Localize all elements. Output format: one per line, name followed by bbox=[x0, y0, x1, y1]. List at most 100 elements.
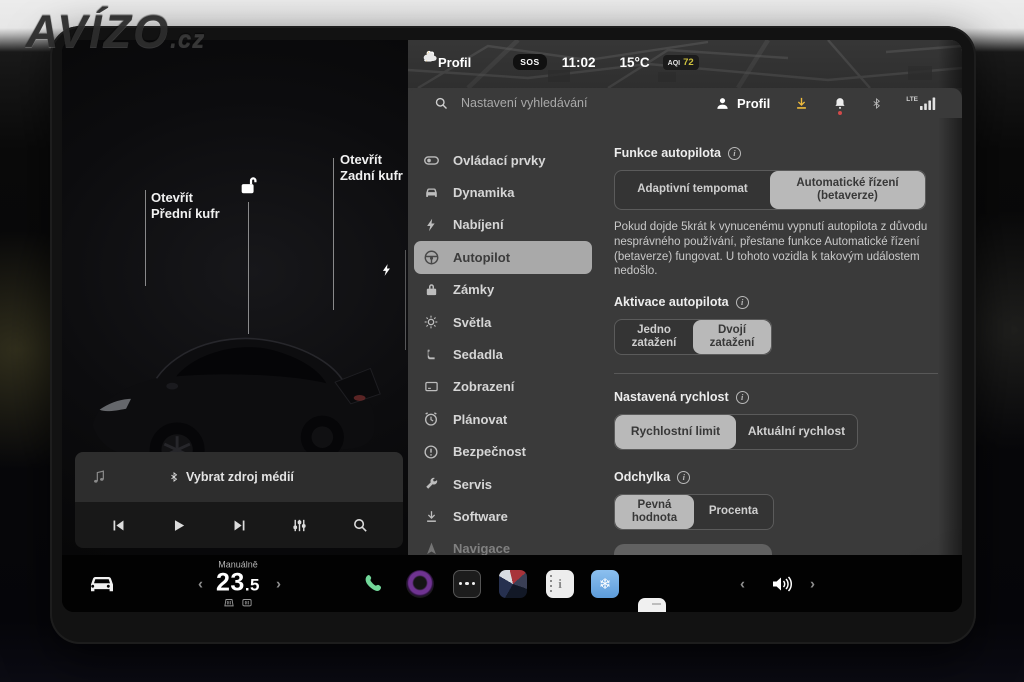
music-note-icon bbox=[91, 468, 107, 486]
search-icon bbox=[434, 96, 449, 111]
open-trunk-button[interactable]: Otevřít Zadní kufr bbox=[340, 152, 403, 183]
autopilot-settings-content: Funkce autopilota i Adaptivní tempomat A… bbox=[604, 118, 962, 555]
front-defrost-icon[interactable] bbox=[223, 597, 235, 607]
option-autosteer-beta[interactable]: Automatické řízení (betaverze) bbox=[770, 171, 925, 209]
clock: 11:02 bbox=[562, 55, 596, 70]
menu-item-locks[interactable]: Zámky bbox=[408, 274, 604, 306]
menu-item-software[interactable]: Software bbox=[408, 500, 604, 532]
app-drawer-icon[interactable] bbox=[453, 570, 481, 598]
notification-dot bbox=[838, 111, 842, 115]
menu-label: Autopilot bbox=[453, 250, 510, 265]
temp-decrease-chevron[interactable]: ‹ bbox=[198, 575, 203, 592]
safety-icon bbox=[422, 444, 440, 460]
navigation-app-icon[interactable] bbox=[499, 570, 527, 598]
info-icon[interactable]: i bbox=[677, 471, 690, 484]
volume-down-chevron[interactable]: ‹ bbox=[740, 575, 745, 592]
notifications-bell-icon[interactable] bbox=[833, 96, 847, 111]
menu-item-safety[interactable]: Bezpečnost bbox=[408, 436, 604, 468]
menu-label: Ovládací prvky bbox=[453, 153, 546, 168]
trunk-label-target: Zadní kufr bbox=[340, 168, 403, 184]
frunk-callout-line bbox=[145, 190, 146, 286]
person-icon bbox=[715, 96, 730, 111]
navigation-map[interactable]: Profil SOS 11:02 15°C AQI 72 bbox=[408, 40, 962, 88]
option-double-pull[interactable]: Dvojí zatažení bbox=[693, 320, 771, 354]
seat-icon bbox=[422, 347, 440, 363]
car-icon bbox=[422, 184, 440, 201]
climate-app-icon[interactable]: ❄ bbox=[591, 570, 619, 598]
rear-defrost-icon[interactable] bbox=[241, 597, 253, 607]
menu-item-dynamics[interactable]: Dynamika bbox=[408, 176, 604, 208]
status-bar: Profil SOS 11:02 15°C AQI 72 bbox=[422, 49, 699, 75]
info-icon[interactable]: i bbox=[736, 296, 749, 309]
open-frunk-button[interactable]: Otevřít Přední kufr bbox=[151, 190, 220, 221]
avizo-watermark: AVÍZO.cz bbox=[26, 6, 205, 58]
option-percentage[interactable]: Procenta bbox=[694, 495, 773, 529]
equalizer-button[interactable] bbox=[287, 512, 313, 538]
service-icon bbox=[422, 476, 440, 492]
option-current-speed[interactable]: Aktuální rychlost bbox=[736, 415, 857, 449]
volume-up-chevron[interactable]: › bbox=[810, 575, 815, 592]
activation-segmented-control: Jedno zatažení Dvojí zatažení bbox=[614, 319, 772, 355]
unlock-icon[interactable] bbox=[238, 174, 260, 196]
camera-app-icon[interactable] bbox=[406, 570, 434, 598]
menu-item-schedule[interactable]: Plánovat bbox=[408, 403, 604, 435]
bluetooth-status-icon[interactable] bbox=[871, 96, 882, 111]
info-icon[interactable]: i bbox=[736, 391, 749, 404]
menu-label: Bezpečnost bbox=[453, 444, 526, 459]
lte-signal-icon[interactable]: LTE bbox=[906, 96, 936, 110]
temp-increase-chevron[interactable]: › bbox=[276, 575, 281, 592]
notes-glyph: i bbox=[558, 576, 562, 592]
steering-wheel-icon bbox=[422, 249, 440, 266]
menu-item-navigation[interactable]: Navigace bbox=[408, 533, 604, 555]
option-single-pull[interactable]: Jedno zatažení bbox=[615, 320, 693, 354]
menu-label: Servis bbox=[453, 477, 492, 492]
software-download-icon[interactable] bbox=[794, 96, 809, 111]
schedule-icon bbox=[422, 411, 440, 427]
sos-badge[interactable]: SOS bbox=[513, 54, 546, 70]
light-icon bbox=[422, 314, 440, 330]
car-status-button[interactable] bbox=[86, 571, 118, 597]
next-track-button[interactable] bbox=[226, 512, 252, 538]
features-title: Funkce autopilota i bbox=[614, 146, 940, 160]
outside-temperature[interactable]: 15°C bbox=[619, 55, 649, 70]
calendar-app-icon[interactable] bbox=[638, 598, 666, 613]
profile-label: Profil bbox=[438, 55, 471, 70]
tesla-touchscreen: Otevřít Přední kufr Otevřít Zadní kufr bbox=[62, 40, 962, 612]
climate-control[interactable]: Manuálně 23.5 bbox=[216, 560, 260, 607]
aqi-badge[interactable]: AQI 72 bbox=[663, 55, 699, 70]
charge-port-bolt-icon[interactable] bbox=[380, 262, 394, 278]
menu-item-lights[interactable]: Světla bbox=[408, 306, 604, 338]
option-speed-limit[interactable]: Rychlostní limit bbox=[615, 415, 736, 449]
menu-item-display[interactable]: Zobrazení bbox=[408, 371, 604, 403]
settings-region: Profil SOS 11:02 15°C AQI 72 bbox=[408, 40, 962, 555]
lte-label: LTE bbox=[906, 96, 918, 103]
menu-label: Dynamika bbox=[453, 185, 514, 200]
menu-label: Navigace bbox=[453, 541, 510, 555]
info-icon[interactable]: i bbox=[728, 147, 741, 160]
navigation-icon bbox=[422, 541, 440, 555]
climate-temperature[interactable]: 23.5 bbox=[216, 570, 260, 595]
option-adaptive-cruise[interactable]: Adaptivní tempomat bbox=[615, 171, 770, 209]
set-speed-title: Nastavená rychlost i bbox=[614, 390, 940, 404]
phone-app-icon[interactable] bbox=[362, 572, 386, 596]
previous-track-button[interactable] bbox=[105, 512, 131, 538]
menu-label: Plánovat bbox=[453, 412, 507, 427]
notes-app-icon[interactable]: i bbox=[546, 570, 574, 598]
menu-item-seats[interactable]: Sedadla bbox=[408, 338, 604, 370]
settings-body: Ovládací prvky Dynamika Nabíjení Autopil… bbox=[408, 118, 962, 555]
settings-menu: Ovládací prvky Dynamika Nabíjení Autopil… bbox=[408, 118, 604, 555]
chargeport-callout-line bbox=[405, 250, 406, 350]
menu-item-autopilot[interactable]: Autopilot bbox=[414, 241, 592, 273]
launcher-bar: ‹ Manuálně 23.5 › i ❄ ‹ › bbox=[62, 555, 962, 612]
media-search-button[interactable] bbox=[347, 512, 373, 538]
menu-item-controls[interactable]: Ovládací prvky bbox=[408, 144, 604, 176]
settings-search-bar[interactable]: Nastavení vyhledávání Profil bbox=[408, 88, 962, 118]
menu-item-charging[interactable]: Nabíjení bbox=[408, 209, 604, 241]
display-icon bbox=[422, 379, 440, 394]
volume-speaker-icon[interactable] bbox=[770, 573, 796, 595]
menu-item-service[interactable]: Servis bbox=[408, 468, 604, 500]
profile-button[interactable]: Profil bbox=[715, 96, 770, 111]
play-button[interactable] bbox=[166, 512, 192, 538]
media-source-row[interactable]: Vybrat zdroj médií bbox=[75, 452, 403, 502]
option-fixed-value[interactable]: Pevná hodnota bbox=[615, 495, 694, 529]
